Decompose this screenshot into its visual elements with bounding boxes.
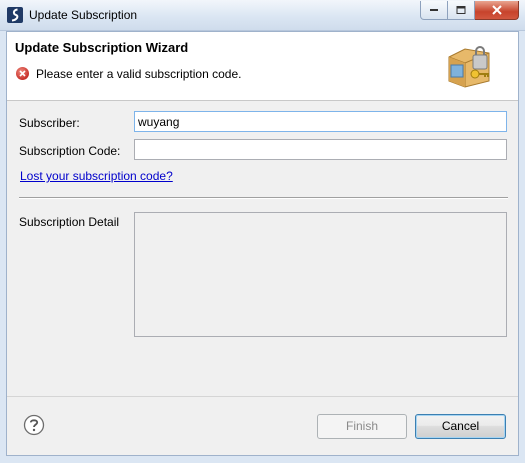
subscription-key-icon: [445, 41, 493, 89]
error-icon: [16, 67, 29, 80]
wizard-dialog: Update Subscription Wizard Please enter …: [6, 31, 519, 456]
finish-button[interactable]: Finish: [317, 414, 407, 439]
wizard-title: Update Subscription Wizard: [15, 40, 189, 55]
subscription-detail-area[interactable]: [134, 212, 507, 337]
lost-subscription-code-link[interactable]: Lost your subscription code?: [20, 169, 173, 183]
window-title: Update Subscription: [29, 8, 138, 22]
button-bar-separator: [7, 396, 518, 397]
minimize-icon: [430, 9, 438, 11]
help-button[interactable]: [23, 414, 45, 436]
close-window-button[interactable]: [475, 1, 519, 20]
window-controls: [420, 1, 519, 21]
subscription-code-label: Subscription Code:: [19, 144, 121, 158]
subscriber-label: Subscriber:: [19, 116, 80, 130]
close-icon: [491, 5, 502, 15]
maximize-button[interactable]: [448, 1, 475, 20]
form-separator: [19, 197, 508, 199]
title-bar[interactable]: Update Subscription: [0, 0, 525, 31]
cancel-button[interactable]: Cancel: [415, 414, 506, 439]
app-icon: [7, 7, 23, 23]
minimize-button[interactable]: [420, 1, 448, 20]
subscription-code-input[interactable]: [134, 139, 507, 160]
subscriber-input[interactable]: [134, 111, 507, 132]
help-icon: [23, 414, 45, 436]
maximize-icon: [456, 6, 466, 14]
wizard-header: Update Subscription Wizard Please enter …: [7, 32, 518, 101]
error-message: Please enter a valid subscription code.: [36, 67, 242, 81]
subscription-detail-label: Subscription Detail: [19, 215, 120, 229]
